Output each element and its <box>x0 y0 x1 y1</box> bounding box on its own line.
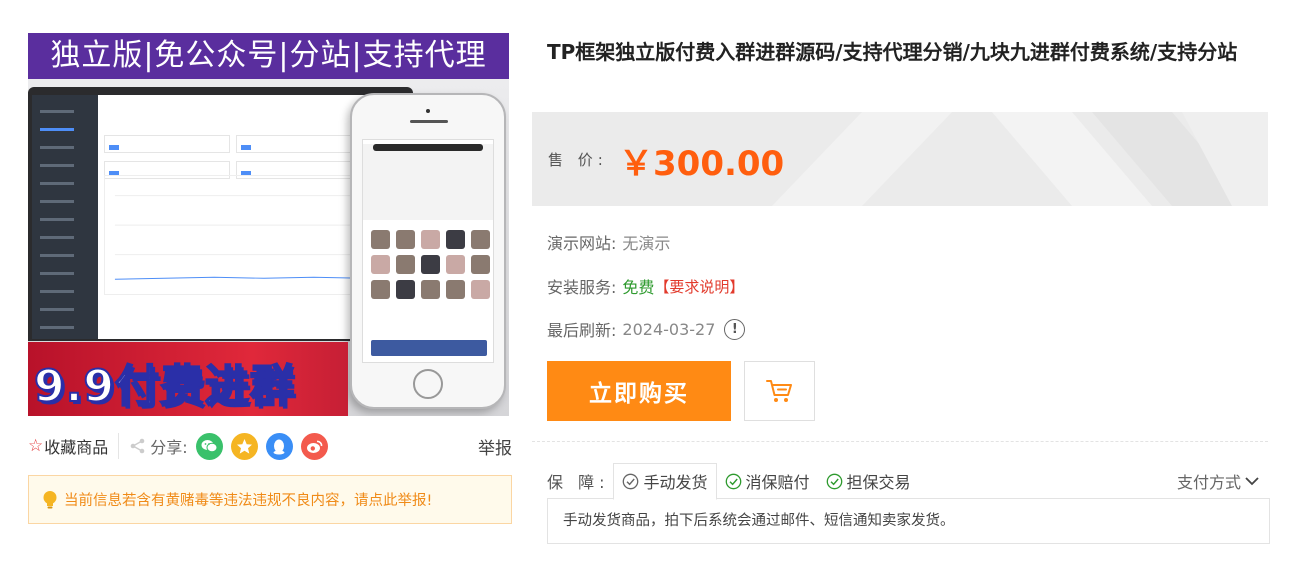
lightbulb-icon <box>43 490 57 508</box>
info-alert-icon[interactable]: ! <box>724 318 746 340</box>
tab-label: 消保赔付 <box>745 473 810 492</box>
tab-label: 手动发货 <box>643 473 708 492</box>
tab-manual-delivery[interactable]: 手动发货 <box>613 462 717 500</box>
install-value: 免费 <box>622 278 655 297</box>
qzone-icon[interactable] <box>230 432 258 460</box>
share-group: 分享: <box>129 432 328 460</box>
payment-method-label: 支付方式 <box>1176 473 1241 492</box>
qq-icon[interactable] <box>265 432 293 460</box>
star-icon: ☆ <box>28 436 44 456</box>
product-title: TP框架独立版付费入群进群源码/支持代理分销/九块九进群付费系统/支持分站 <box>547 40 1238 64</box>
tab-escrow-trade[interactable]: 担保交易 <box>818 463 919 500</box>
demo-value: 无演示 <box>622 234 671 253</box>
share-icon <box>130 438 145 454</box>
image-banner-top: 独立版|免公众号|分站|支持代理 <box>28 33 509 79</box>
tab-consumer-protection[interactable]: 消保赔付 <box>717 463 818 500</box>
check-circle-icon <box>725 473 741 489</box>
section-divider <box>532 441 1268 442</box>
refresh-row: 最后刷新: 2024-03-27 ! <box>547 317 746 341</box>
share-label: 分享: <box>150 438 188 457</box>
cart-icon <box>765 380 792 402</box>
guarantee-description: 手动发货商品，拍下后系统会通过邮件、短信通知卖家发货。 <box>547 498 1270 544</box>
install-row: 安装服务: 免费 【要求说明】 <box>547 274 744 298</box>
phone-mockup <box>350 93 506 409</box>
price-box: 售 价: ￥300.00 <box>532 112 1268 206</box>
report-link[interactable]: 举报 <box>478 434 512 459</box>
image-banner-bottom: 9.9付费进群 <box>28 342 348 416</box>
buy-now-button[interactable]: 立即购买 <box>547 361 731 421</box>
check-circle-icon <box>826 473 842 489</box>
divider <box>118 433 120 459</box>
demo-label: 演示网站: <box>547 234 617 253</box>
refresh-date: 2024-03-27 <box>622 319 716 339</box>
warning-text: 当前信息若含有黄赌毒等违法违规不良内容，请点此举报! <box>64 493 433 509</box>
favorite-label: 收藏商品 <box>44 438 109 457</box>
tab-label: 担保交易 <box>846 473 911 492</box>
install-requirements-link[interactable]: 【要求说明】 <box>654 276 744 297</box>
refresh-label: 最后刷新: <box>547 321 617 340</box>
guarantee-label: 保 障: <box>547 473 610 492</box>
favorite-button[interactable]: ☆ 收藏商品 <box>28 434 108 458</box>
image-banner-bottom-text: 9.9付费进群 <box>33 360 295 413</box>
install-label: 安装服务: <box>547 278 617 297</box>
price-value: ￥300.00 <box>619 144 785 184</box>
demo-row: 演示网站: 无演示 <box>547 230 670 254</box>
image-mockup: 9.9付费进群 <box>28 79 509 416</box>
payment-method-dropdown[interactable]: 支付方式 <box>1177 469 1260 493</box>
check-circle-icon <box>623 473 639 489</box>
report-warning[interactable]: 当前信息若含有黄赌毒等违法违规不良内容，请点此举报! <box>28 475 512 524</box>
weibo-icon[interactable] <box>300 432 328 460</box>
price-label: 售 价: <box>548 151 608 169</box>
chevron-down-icon <box>1245 477 1259 486</box>
wechat-icon[interactable] <box>195 432 223 460</box>
product-actions: ☆ 收藏商品 分享: 举报 <box>28 432 512 460</box>
guarantee-row: 保 障: 手动发货 消保赔付 担保交易 支付方式 <box>547 462 1268 500</box>
product-image[interactable]: 独立版|免公众号|分站|支持代理 9.9付费进群 <box>28 33 509 416</box>
add-to-cart-button[interactable] <box>744 361 815 421</box>
